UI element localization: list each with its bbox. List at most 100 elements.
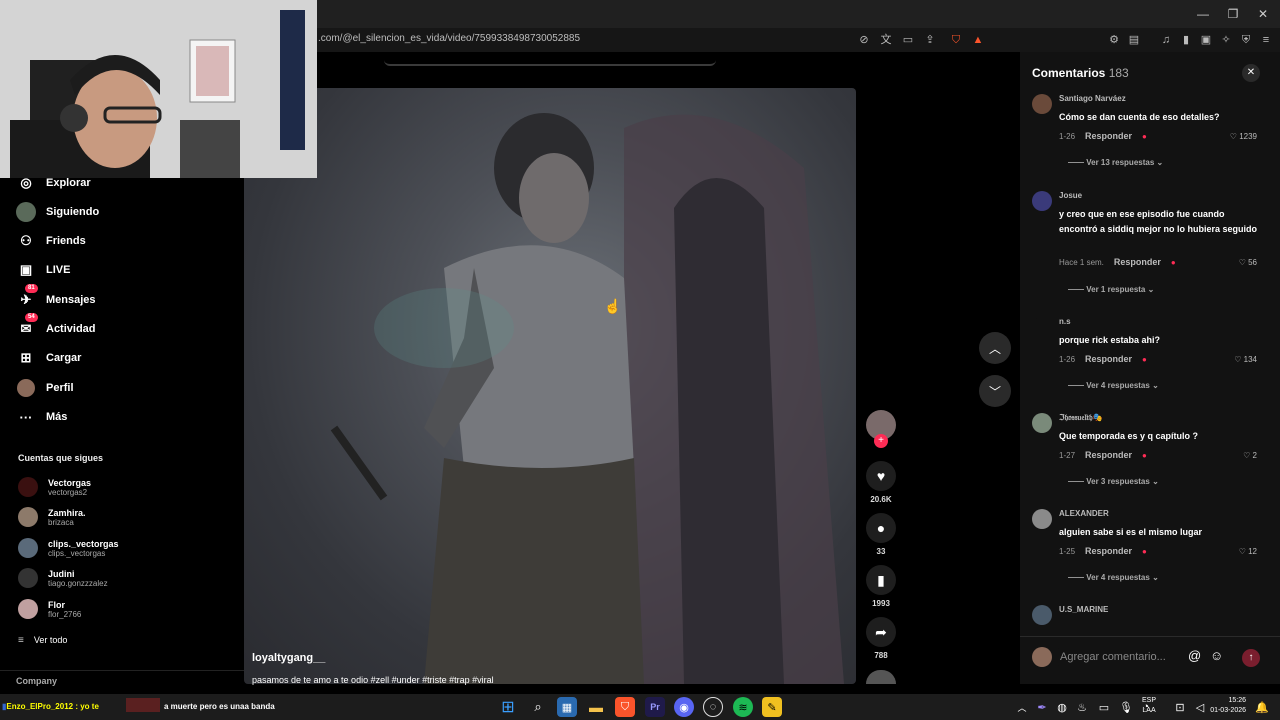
view-replies-button[interactable]: —— Ver 4 respuestas ⌄ [1068,381,1159,390]
reply-button[interactable]: Responder [1085,450,1132,460]
file-explorer-icon[interactable]: ▬ [586,697,606,717]
search-icon[interactable]: ⌕ [528,697,548,717]
comment-likes[interactable]: ♡ 12 [1239,547,1257,556]
app-icon[interactable]: ✎ [762,697,782,717]
sidebar-item-siguiendo[interactable]: Siguiendo [16,201,99,223]
avatar[interactable] [1032,191,1052,211]
comment-user[interactable]: Santiago Narváez [1059,94,1126,103]
tray-mic-icon[interactable]: 🎙 [1116,697,1136,717]
sidebar-item-live[interactable]: ▣ LIVE [16,259,71,281]
followed-account[interactable]: clips._vectorgas clips._vectorgas [18,535,119,561]
comment-button[interactable]: ● 33 [866,513,896,556]
company-link[interactable]: Company [16,676,57,686]
view-replies-label: Ver 3 respuestas [1086,477,1150,486]
url-text[interactable]: .com/@el_silencion_es_vida/video/7599338… [318,33,580,44]
comment-likes[interactable]: ♡ 1239 [1230,132,1257,141]
avatar[interactable] [1032,413,1052,433]
comment-user[interactable]: U.S_MARINE [1059,605,1108,614]
emoji-icon[interactable]: ☺ [1210,648,1223,663]
view-replies-button[interactable]: —— Ver 13 respuestas ⌄ [1068,158,1163,167]
avatar[interactable] [1032,509,1052,529]
maximize-button[interactable]: ❐ [1218,4,1248,24]
followed-account[interactable]: Flor flor_2766 [18,596,81,622]
windows-start-icon[interactable]: ⊞ [498,697,518,717]
media-icon[interactable]: ♫ [1158,32,1174,48]
brave-browser-icon[interactable]: ⛉ [615,697,635,717]
send-comment-button[interactable]: ↑ [1242,649,1260,667]
extensions-icon[interactable]: ⚙ [1106,32,1122,48]
language-indicator[interactable]: ESP LAA [1142,696,1156,716]
reply-button[interactable]: Responder [1085,546,1132,556]
reading-list-icon[interactable]: ▮ [1178,32,1194,48]
creator-avatar[interactable]: + [866,410,896,448]
share-icon[interactable]: ⇪ [922,32,938,48]
reply-button[interactable]: Responder [1114,257,1161,267]
brave-rewards-icon[interactable]: ▲ [970,32,986,48]
comment-user[interactable]: n.s [1059,317,1071,326]
sidebar-item-mensajes[interactable]: ✈ 81 Mensajes [16,284,96,311]
view-replies-button[interactable]: —— Ver 1 respuesta ⌄ [1068,285,1154,294]
tray-steam-icon[interactable]: ♨ [1072,697,1092,717]
avatar[interactable] [1032,94,1052,114]
vpn-icon[interactable]: ⛨ [1238,32,1254,48]
premiere-icon[interactable]: Pr [645,697,665,717]
followed-account[interactable]: Judini tiago.gonzzzalez [18,565,108,591]
comment-likes[interactable]: ♡ 134 [1234,355,1257,364]
view-replies-button[interactable]: —— Ver 3 respuestas ⌄ [1068,477,1159,486]
discord-icon[interactable]: ◉ [674,697,694,717]
cast-icon[interactable]: ▭ [900,32,916,48]
menu-icon[interactable]: ≡ [1258,32,1274,48]
minimize-button[interactable]: — [1188,4,1218,24]
reply-button[interactable]: Responder [1085,131,1132,141]
translate-icon[interactable]: 文 [878,32,894,48]
comment-likes[interactable]: ♡ 2 [1243,451,1257,460]
close-window-button[interactable]: ✕ [1248,4,1278,24]
sidebar-item-mas[interactable]: ··· Más [16,406,68,428]
see-all-link[interactable]: ≡ Ver todo [18,629,67,651]
tray-discord-icon[interactable]: ◍ [1052,697,1072,717]
obs-icon[interactable]: ◌ [703,697,723,717]
mute-icon[interactable]: ⊘ [856,32,872,48]
mention-icon[interactable]: @ [1188,648,1201,663]
comment-meta: 1-26 Responder ● ♡ 1239 [1059,131,1257,141]
share-button[interactable]: ➦ 788 [866,617,896,660]
video-author[interactable]: loyaltygang__ [252,652,325,664]
save-button[interactable]: ▮ 1993 [866,565,896,608]
avatar[interactable] [1032,317,1052,337]
like-button[interactable]: ♥ 20.6K [866,461,896,504]
avatar [18,568,38,588]
wallet-icon[interactable]: ▣ [1198,32,1214,48]
spotify-icon[interactable]: ≋ [733,697,753,717]
sidebar-item-friends[interactable]: ⚇ Friends [16,230,86,252]
friends-icon: ⚇ [20,233,32,248]
comment-likes[interactable]: ♡ 56 [1239,258,1257,267]
leo-ai-icon[interactable]: ✧ [1218,32,1234,48]
followed-account[interactable]: Zamhira. brizaca [18,504,86,530]
chat-notification: ▮Enzo_ElPro_2012 : yo te [2,702,99,711]
photos-icon[interactable]: ▦ [557,697,577,717]
comment-user[interactable]: ℑ𝔥𝔬𝔰𝔰𝔲𝔢𝔩𝔱𝔥🎭 [1059,413,1103,423]
brave-shield-icon[interactable]: ⛉ [948,32,964,48]
wifi-icon[interactable]: ⊡ [1170,697,1190,717]
clock[interactable]: 15:26 01-03-2026 [1206,696,1246,716]
sidebar-item-cargar[interactable]: ⊞ Cargar [16,347,82,369]
sidebar-item-perfil[interactable]: Perfil [16,377,74,399]
comment-user[interactable]: ALEXANDER [1059,509,1109,518]
notifications-icon[interactable]: 🔔 [1252,697,1272,717]
like-count: 1239 [1239,131,1257,141]
sidebar-item-actividad[interactable]: ✉ 54 Actividad [16,313,96,340]
reply-button[interactable]: Responder [1085,354,1132,364]
tray-pen-icon[interactable]: ✒ [1032,697,1052,717]
view-replies-button[interactable]: —— Ver 4 respuestas ⌄ [1068,573,1159,582]
tray-chevron-icon[interactable]: ︿ [1012,697,1032,717]
follow-plus-icon[interactable]: + [874,434,888,448]
tray-controller-icon[interactable]: ▭ [1094,697,1114,717]
previous-video-button[interactable]: ︿ [979,332,1011,364]
comment-user[interactable]: Josue [1059,191,1082,200]
followed-account[interactable]: Vectorgas vectorgas2 [18,474,91,500]
close-comments-button[interactable]: ✕ [1242,64,1260,82]
video-player[interactable] [244,88,856,684]
avatar[interactable] [1032,605,1052,625]
next-video-button[interactable]: ﹀ [979,375,1011,407]
sidebar-toggle-icon[interactable]: ▤ [1126,32,1142,48]
